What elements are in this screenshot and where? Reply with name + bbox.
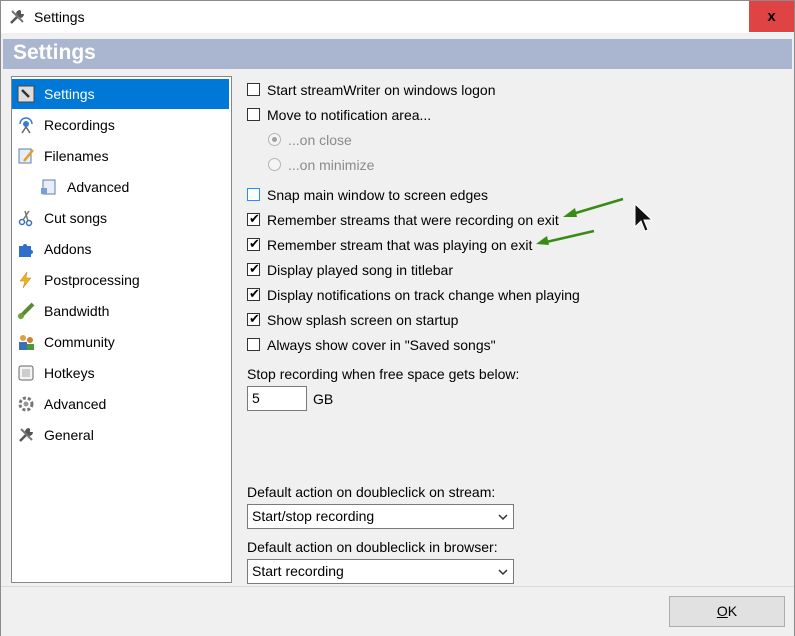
- sidebar-item-settings[interactable]: Settings: [12, 79, 229, 109]
- sidebar-item-label: Cut songs: [44, 210, 108, 226]
- free-space-label: Stop recording when free space gets belo…: [247, 366, 520, 382]
- tools-icon: [10, 10, 24, 24]
- display-song-titlebar-checkbox[interactable]: ✔: [247, 261, 260, 276]
- sidebar-item-label: Advanced: [44, 396, 107, 412]
- sidebar-item-label: Recordings: [44, 117, 115, 133]
- browser-action-label: Default action on doubleclick in browser…: [247, 539, 498, 555]
- community-icon: [19, 335, 34, 350]
- option-label: Remember stream that was playing on exit: [267, 237, 533, 253]
- option-label: Always show cover in "Saved songs": [267, 337, 496, 353]
- option-label: Move to notification area...: [267, 107, 432, 123]
- advanced-file-icon: [41, 179, 56, 195]
- sidebar-item-hotkeys[interactable]: Hotkeys: [12, 358, 229, 388]
- page-header: Settings: [3, 39, 792, 69]
- sidebar-item-label: Bandwidth: [44, 303, 110, 319]
- option-label: ...on close: [288, 132, 352, 148]
- stream-action-select[interactable]: Start/stop recording: [247, 504, 514, 529]
- page-title: Settings: [13, 41, 96, 64]
- option-label: ...on minimize: [288, 157, 375, 173]
- window-title: Settings: [34, 9, 85, 25]
- remember-playing-checkbox[interactable]: ✔: [247, 236, 260, 251]
- on-close-radio[interactable]: [268, 133, 281, 146]
- move-to-tray-checkbox[interactable]: [247, 108, 260, 121]
- settings-window: Settings x Settings Settings Recordings: [0, 0, 795, 636]
- sidebar-item-recordings[interactable]: Recordings: [12, 110, 229, 140]
- lightning-icon: [19, 271, 32, 289]
- puzzle-icon: [19, 244, 33, 257]
- sidebar-item-bandwidth[interactable]: Bandwidth: [12, 296, 229, 326]
- option-label: Display notifications on track change wh…: [267, 287, 580, 303]
- snap-window-checkbox[interactable]: [247, 188, 260, 201]
- show-splash-checkbox[interactable]: ✔: [247, 311, 260, 326]
- annotation-arrow-icon: [536, 229, 595, 245]
- scissors-icon: [18, 210, 33, 227]
- settings-icon: [17, 85, 35, 103]
- gear-icon: [18, 396, 34, 412]
- option-label: Display played song in titlebar: [267, 262, 453, 278]
- option-label: Remember streams that were recording on …: [267, 212, 559, 228]
- browser-action-select[interactable]: Start recording: [247, 559, 514, 584]
- ok-label-rest: K: [727, 603, 738, 619]
- sidebar-item-label: Hotkeys: [44, 365, 95, 381]
- option-label: Snap main window to screen edges: [267, 187, 489, 203]
- annotation-arrow-icon: [563, 197, 624, 217]
- sidebar-item-community[interactable]: Community: [12, 327, 229, 357]
- sidebar-item-filenames[interactable]: Filenames: [12, 141, 229, 171]
- on-minimize-radio[interactable]: [268, 158, 281, 171]
- sidebar-item-label: Advanced: [67, 179, 130, 195]
- sidebar-item-label: Filenames: [44, 148, 109, 164]
- sidebar-item-cut-songs[interactable]: Cut songs: [12, 203, 229, 233]
- bandwidth-icon: [17, 302, 35, 320]
- chevron-down-icon: [498, 569, 508, 576]
- filenames-icon: [18, 148, 34, 164]
- free-space-input[interactable]: 5: [247, 386, 307, 411]
- sidebar-item-label: Community: [44, 334, 115, 350]
- sidebar-item-advanced-filenames[interactable]: Advanced: [12, 172, 229, 202]
- recordings-icon: [19, 117, 33, 134]
- tools-icon: [19, 428, 33, 442]
- sidebar-item-label: Addons: [44, 241, 92, 257]
- keyboard-icon: [18, 365, 34, 381]
- display-notifications-checkbox[interactable]: ✔: [247, 286, 260, 301]
- close-icon: x: [767, 8, 776, 25]
- chevron-down-icon: [498, 514, 508, 521]
- option-label: Start streamWriter on windows logon: [267, 82, 496, 98]
- sidebar: Settings Recordings Filenames Advanced C…: [11, 76, 232, 583]
- sidebar-item-advanced[interactable]: Advanced: [12, 389, 229, 419]
- free-space-unit: GB: [313, 391, 334, 407]
- always-show-cover-checkbox[interactable]: [247, 338, 260, 351]
- browser-action-value: Start recording: [252, 563, 344, 579]
- remember-recording-checkbox[interactable]: ✔: [247, 211, 260, 226]
- stream-action-value: Start/stop recording: [252, 508, 375, 524]
- ok-mnemonic: O: [716, 603, 728, 619]
- settings-panel: Start streamWriter on windows logon Move…: [237, 73, 785, 584]
- stream-action-label: Default action on doubleclick on stream:: [247, 484, 496, 500]
- ok-button[interactable]: OK: [669, 596, 785, 627]
- sidebar-item-general[interactable]: General: [12, 420, 229, 450]
- sidebar-item-label: Postprocessing: [44, 272, 140, 288]
- option-label: Show splash screen on startup: [267, 312, 459, 328]
- title-bar: Settings x: [1, 1, 794, 33]
- close-button[interactable]: x: [749, 1, 794, 32]
- sidebar-item-addons[interactable]: Addons: [12, 234, 229, 264]
- mouse-cursor-icon: [634, 203, 654, 232]
- start-on-logon-checkbox[interactable]: [247, 83, 260, 96]
- sidebar-item-label: General: [44, 427, 94, 443]
- sidebar-item-label: Settings: [44, 86, 95, 102]
- sidebar-item-postprocessing[interactable]: Postprocessing: [12, 265, 229, 295]
